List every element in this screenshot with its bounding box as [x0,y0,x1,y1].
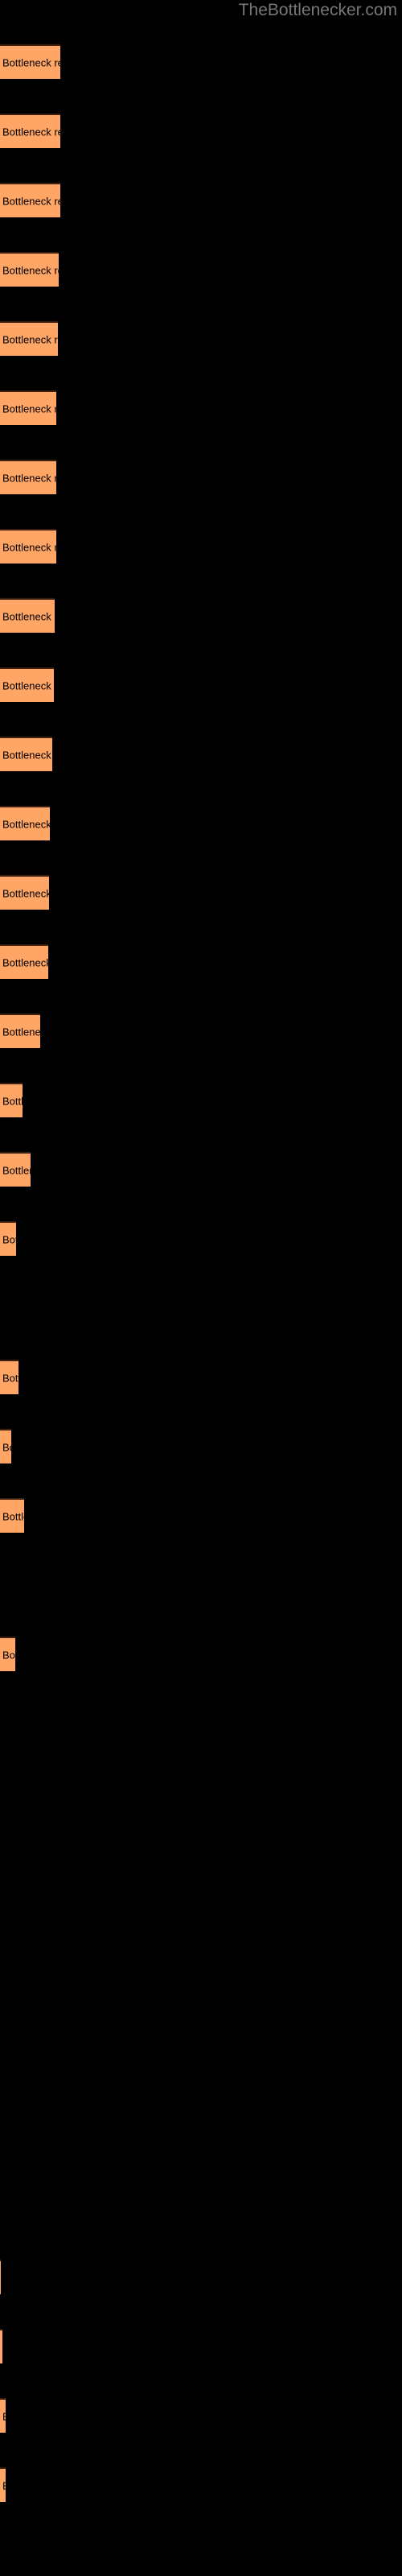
bar-row: Bottleneck result [0,2121,402,2156]
bar-row: Bottleneck result [0,183,402,217]
bar-14[interactable]: Bottleneck result [0,944,48,979]
bar-label: Bottleneck result [2,333,58,345]
bar-16[interactable]: Bottleneck result [0,1083,23,1117]
bar-row: Bottleneck result [0,1013,402,1048]
bar-row: Bottleneck result [0,1083,402,1117]
bar-8[interactable]: Bottleneck result [0,529,56,564]
bar-label: Bottleneck result [2,472,56,484]
bar-34[interactable]: Bottleneck result [0,2329,2,2363]
bar-row: Bottleneck result [0,252,402,287]
bar-9[interactable]: Bottleneck result [0,598,55,633]
bar-row: Bottleneck result [0,1221,402,1256]
bar-label: Bottleneck result [2,1510,24,1522]
bar-row: Bottleneck result [0,875,402,910]
bar-4[interactable]: Bottleneck result [0,252,59,287]
bar-label: Bottleneck result [2,126,60,138]
bar-row: Bottleneck result [0,1637,402,1671]
bar-label: Bottleneck result [2,2479,6,2491]
bar-row: Bottleneck result [0,2467,402,2502]
bar-row: Bottleneck result [0,1844,402,1879]
bar-label: Bottleneck result [2,1026,40,1038]
bar-label: Bottleneck result [2,1441,11,1453]
bar-row: Bottleneck result [0,529,402,564]
bar-11[interactable]: Bottleneck result [0,737,52,771]
bar-17[interactable]: Bottleneck result [0,1152,31,1187]
bar-36[interactable]: Bottleneck result [0,2467,6,2502]
bar-15[interactable]: Bottleneck result [0,1013,40,1048]
bar-label: Bottleneck result [2,610,55,622]
bar-row: Bottleneck result [0,1290,402,1325]
bar-row: Bottleneck result [0,598,402,633]
bar-label: Bottleneck result [2,1372,18,1384]
bar-row: Bottleneck result [0,806,402,840]
bar-5[interactable]: Bottleneck result [0,321,58,356]
bar-label: Bottleneck result [2,264,59,276]
bar-label: Bottleneck result [2,749,52,761]
bar-22[interactable]: Bottleneck result [0,1498,24,1533]
bar-label: Bottleneck result [2,56,60,68]
bar-row: Bottleneck result [0,114,402,148]
bar-row: Bottleneck result [0,2398,402,2433]
bar-row: Bottleneck result [0,44,402,79]
bar-24[interactable]: Bottleneck result [0,1637,15,1671]
bar-row: Bottleneck result [0,2052,402,2087]
bar-row: Bottleneck result [0,1913,402,1948]
bar-21[interactable]: Bottleneck result [0,1429,11,1463]
bar-3[interactable]: Bottleneck result [0,183,60,217]
bar-12[interactable]: Bottleneck result [0,806,50,840]
bar-row: Bottleneck result [0,1152,402,1187]
bar-label: Bottleneck result [2,956,48,968]
bar-row: Bottleneck result [0,1567,402,1602]
bar-18[interactable]: Bottleneck result [0,1221,16,1256]
bar-row: Bottleneck result [0,321,402,356]
bar-1[interactable]: Bottleneck result [0,44,60,79]
bar-label: Bottleneck result [2,2410,6,2422]
bar-20[interactable]: Bottleneck result [0,1360,18,1394]
bar-label: Bottleneck result [2,818,50,830]
bar-row: Bottleneck result [0,1498,402,1533]
bar-row: Bottleneck result [0,944,402,979]
bar-label: Bottleneck result [2,1095,23,1107]
bar-label: Bottleneck result [2,402,56,415]
bar-label: Bottleneck result [2,541,56,553]
bar-6[interactable]: Bottleneck result [0,390,56,425]
bar-row: Bottleneck result [0,2260,402,2294]
bar-row: Bottleneck result [0,1429,402,1463]
bar-row: Bottleneck result [0,737,402,771]
bar-row: Bottleneck result [0,1360,402,1394]
bar-35[interactable]: Bottleneck result [0,2398,6,2433]
bar-label: Bottleneck result [2,1649,15,1661]
bar-row: Bottleneck result [0,667,402,702]
bar-label: Bottleneck result [2,1233,16,1245]
bar-label: Bottleneck result [2,195,60,207]
page-root: TheBottlenecker.com Bottleneck resultBot… [0,0,402,2576]
bar-label: Bottleneck result [2,887,49,899]
bar-row: Bottleneck result [0,2190,402,2225]
bar-7[interactable]: Bottleneck result [0,460,56,494]
bar-row: Bottleneck result [0,460,402,494]
bar-label: Bottleneck result [2,679,54,691]
bar-2[interactable]: Bottleneck result [0,114,60,148]
bar-row: Bottleneck result [0,1775,402,1810]
bar-row: Bottleneck result [0,1706,402,1740]
bar-row: Bottleneck result [0,2329,402,2363]
bar-row: Bottleneck result [0,390,402,425]
bottleneck-bar-chart: Bottleneck result Bottleneck result Bottle… [0,0,402,2576]
bar-33[interactable]: Bottleneck result [0,2260,1,2294]
bar-row: Bottleneck result [0,1983,402,2017]
bar-label: Bottleneck result [2,1164,31,1176]
bar-13[interactable]: Bottleneck result [0,875,49,910]
bar-10[interactable]: Bottleneck result [0,667,54,702]
